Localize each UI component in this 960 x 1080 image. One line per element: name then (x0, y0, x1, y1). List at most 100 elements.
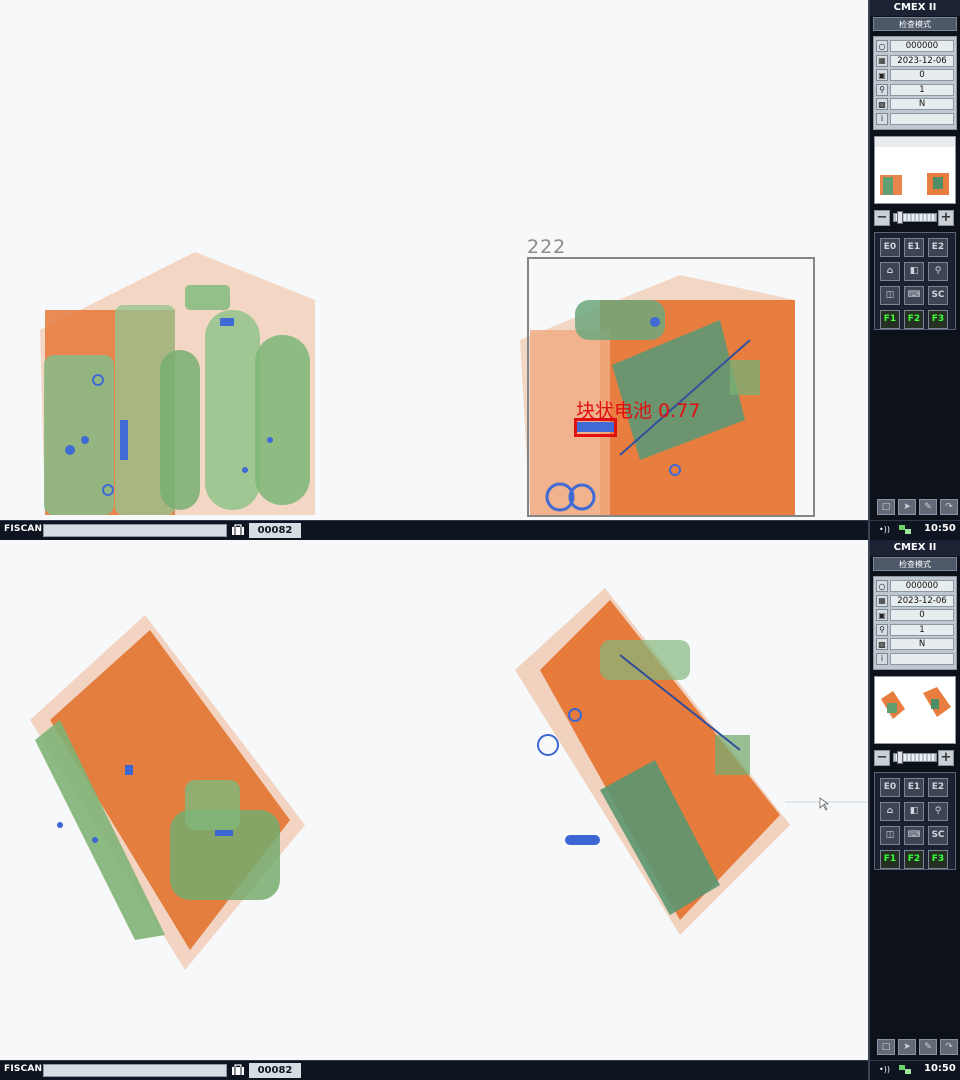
mode-label-bottom[interactable]: 检查模式 (873, 557, 957, 571)
calendar-icon: ▦ (876, 54, 888, 67)
redo-icon: ↷ (945, 1042, 953, 1052)
brand-label-bottom: FISCAN (4, 1064, 43, 1074)
zoom-out-button[interactable]: − (874, 750, 890, 766)
f2-button[interactable]: F2 (904, 850, 924, 869)
home-button[interactable]: ⌂ (880, 802, 900, 821)
threat-box[interactable] (574, 418, 617, 437)
e0-button[interactable]: E0 (880, 778, 900, 797)
bag-icon (232, 524, 244, 535)
extra-value (890, 652, 954, 665)
zoom-control-bottom: − + (874, 748, 956, 768)
zoom-slider[interactable] (893, 751, 937, 764)
side-panel: CMEX II 检查模式 ○ 000000 ▦ 2023-12-06 ▣ 0 ⚲… (868, 0, 960, 540)
edit-button[interactable]: ✎ (919, 499, 937, 515)
redo-button[interactable]: ↷ (940, 1039, 958, 1055)
info-row-operator: ○ 000000 (876, 579, 954, 594)
flag-value: N (890, 98, 954, 111)
detection-id-label: 222 (527, 236, 567, 258)
split-view-icon: ◧ (909, 806, 919, 816)
function-button-grid: E0 E1 E2 ⌂ ◧ ⚲ ◫ ⌨ SC F1 F2 F3 (874, 232, 956, 330)
forward-button[interactable]: ➤ (898, 499, 916, 515)
zoom-icon: ⚲ (934, 266, 942, 276)
keyboard-icon: ⌨ (907, 290, 921, 300)
home-icon: ⌂ (886, 806, 894, 816)
signal-icon: •)) (879, 525, 890, 534)
info-row-date: ▦ 2023-12-06 (876, 594, 954, 609)
date-value: 2023-12-06 (890, 54, 954, 67)
user-icon: ○ (876, 40, 888, 53)
f3-button[interactable]: F3 (928, 310, 948, 329)
sc-button[interactable]: SC (928, 286, 948, 305)
info-row-operator: ○ 000000 (876, 39, 954, 54)
info-row-date: ▦ 2023-12-06 (876, 54, 954, 69)
edit-button[interactable]: ✎ (919, 1039, 937, 1055)
zoom-in-button[interactable]: + (938, 750, 954, 766)
bag-count-bottom: 00082 (249, 1063, 301, 1078)
e2-button[interactable]: E2 (928, 778, 948, 797)
info-icon: i (876, 112, 888, 125)
preview-thumbnail[interactable] (874, 136, 956, 204)
status-field-bottom (43, 1064, 227, 1077)
network-icon (899, 525, 911, 534)
network-icon (899, 1065, 911, 1074)
xray-scan-side (30, 588, 868, 970)
detection-box[interactable] (527, 257, 815, 517)
flag-value: N (890, 638, 954, 651)
keyboard-icon: ⌨ (907, 830, 921, 840)
counter-value: 0 (890, 69, 954, 82)
home-icon: ⌂ (886, 266, 894, 276)
f3-button[interactable]: F3 (928, 850, 948, 869)
mode-label[interactable]: 检查模式 (873, 17, 957, 31)
redo-icon: ↷ (945, 502, 953, 512)
f1-button[interactable]: F1 (880, 850, 900, 869)
forward-button[interactable]: ➤ (898, 1039, 916, 1055)
signal-icon: •)) (879, 1065, 890, 1074)
save-icon: □ (881, 502, 891, 512)
mouse-cursor-icon (819, 797, 829, 811)
f2-button[interactable]: F2 (904, 310, 924, 329)
e0-button[interactable]: E0 (880, 238, 900, 257)
zoom-tool-button[interactable]: ⚲ (928, 802, 948, 821)
home-button[interactable]: ⌂ (880, 262, 900, 281)
arrow-right-icon: ➤ (903, 1042, 911, 1052)
calendar-icon: ▦ (876, 594, 888, 607)
e1-button[interactable]: E1 (904, 238, 924, 257)
zoom-in-button[interactable]: + (938, 210, 954, 226)
xray-viewport[interactable]: 222 块状电池 0.77 (0, 0, 868, 520)
sc-button[interactable]: SC (928, 826, 948, 845)
bag-icon: ▩ (876, 638, 888, 651)
zoom-slider-handle[interactable] (897, 211, 903, 224)
split-view-button[interactable]: ◧ (904, 262, 924, 281)
zoom-value: 1 (890, 83, 954, 96)
zoom-slider-handle[interactable] (897, 751, 903, 764)
clock: 10:50 (924, 523, 956, 534)
keyboard-button[interactable]: ⌨ (904, 286, 924, 305)
e2-button[interactable]: E2 (928, 238, 948, 257)
zoom-slider[interactable] (893, 211, 937, 224)
split-view-button[interactable]: ◧ (904, 802, 924, 821)
redo-button[interactable]: ↷ (940, 499, 958, 515)
book-icon: ◫ (885, 290, 895, 300)
zoom-tool-button[interactable]: ⚲ (928, 262, 948, 281)
brand-label: FISCAN (4, 524, 43, 534)
f1-button[interactable]: F1 (880, 310, 900, 329)
counter-icon: ▣ (876, 69, 888, 82)
preview-image (881, 687, 951, 719)
book-button[interactable]: ◫ (880, 286, 900, 305)
preview-thumbnail-bottom[interactable] (874, 676, 956, 744)
book-button[interactable]: ◫ (880, 826, 900, 845)
e1-button[interactable]: E1 (904, 778, 924, 797)
edit-icon: ✎ (924, 502, 932, 512)
edit-icon: ✎ (924, 1042, 932, 1052)
bag-icon (232, 1064, 244, 1075)
book-icon: ◫ (885, 830, 895, 840)
xray-viewport-side[interactable] (0, 540, 868, 1060)
save-button[interactable]: □ (877, 1039, 895, 1055)
zoom-value: 1 (890, 623, 954, 636)
zoom-out-button[interactable]: − (874, 210, 890, 226)
user-icon: ○ (876, 580, 888, 593)
keyboard-button[interactable]: ⌨ (904, 826, 924, 845)
status-field (43, 524, 227, 537)
bottom-toolbar-bottom: □ ➤ ✎ ↷ (874, 1037, 958, 1057)
save-button[interactable]: □ (877, 499, 895, 515)
